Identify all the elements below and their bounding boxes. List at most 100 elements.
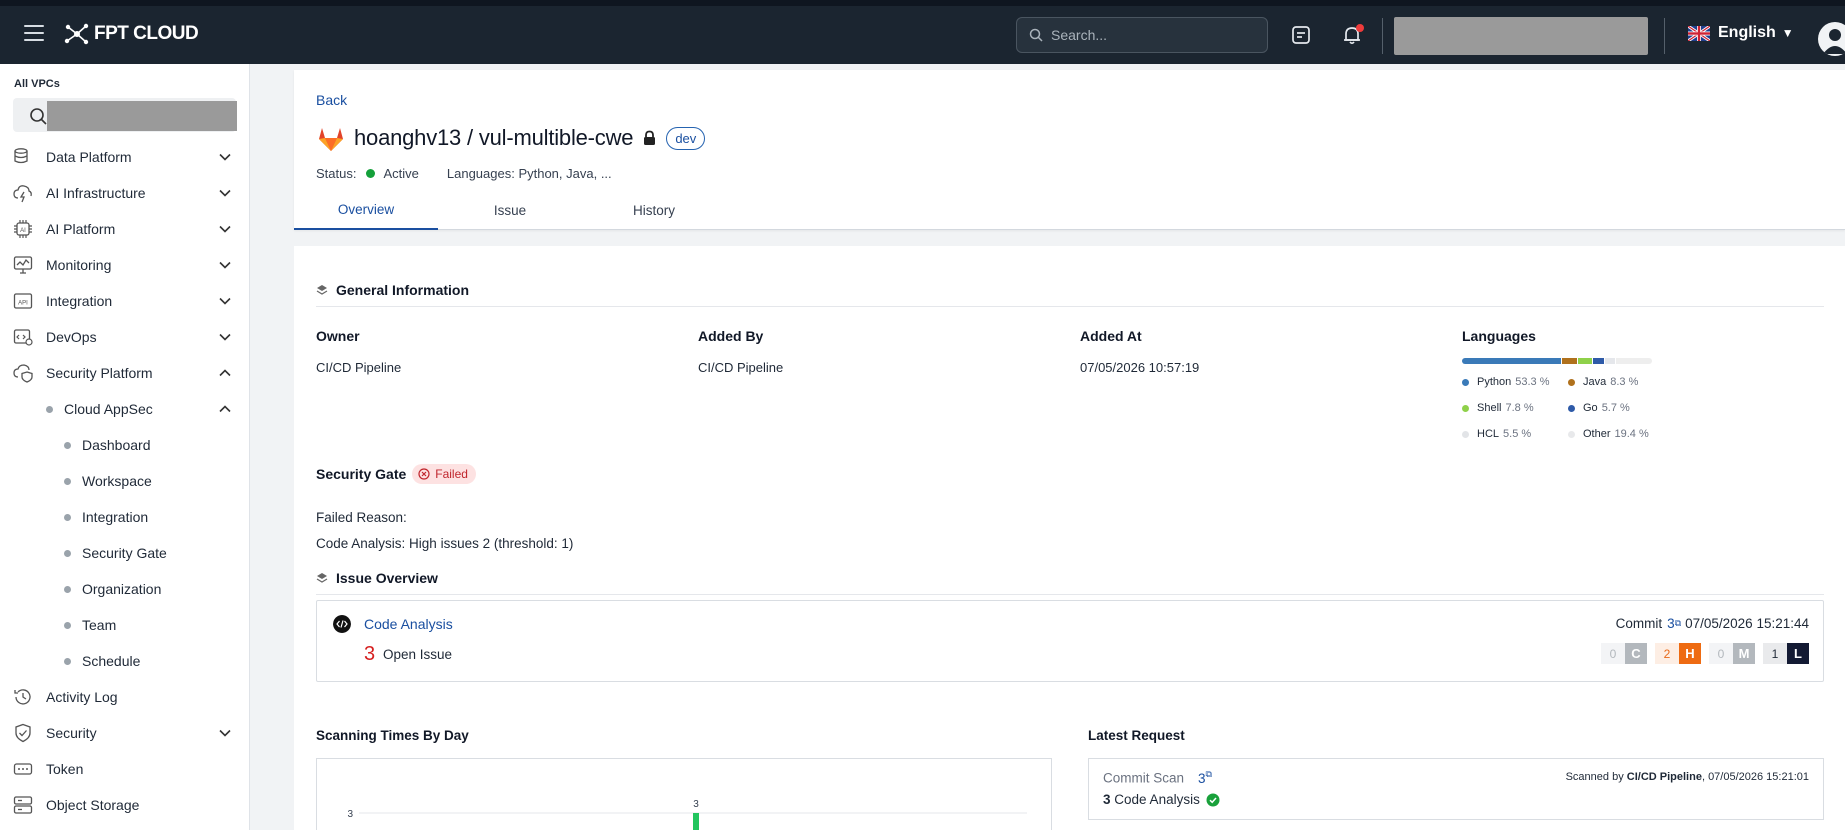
sidebar-item-label: Cloud AppSec <box>64 401 153 417</box>
sidebar-item-integration-sub[interactable]: Integration <box>0 502 249 532</box>
search-icon <box>1029 28 1043 42</box>
legend-percent: 19.4 % <box>1614 428 1649 440</box>
commit-link[interactable]: 3 <box>1198 771 1206 786</box>
header-divider <box>1664 18 1665 54</box>
bullet-dot <box>64 657 71 665</box>
section-title: General Information <box>336 282 470 298</box>
severity-count: 2 <box>1655 643 1679 664</box>
header-divider <box>1382 18 1383 54</box>
top-header: FPT CLOUD English ▼ <box>0 6 1845 64</box>
fpt-logo-icon <box>64 23 89 45</box>
tab-bar: Overview Issue History <box>294 190 726 230</box>
back-link[interactable]: Back <box>316 92 347 108</box>
severity-low[interactable]: 1 L <box>1763 643 1809 664</box>
svg-text:AI: AI <box>20 228 26 234</box>
sidebar-item-security-platform[interactable]: Security Platform <box>0 358 249 388</box>
scanning-times-title: Scanning Times By Day <box>316 728 469 743</box>
open-issue-count: 3 <box>364 643 376 665</box>
tab-history[interactable]: History <box>582 190 726 230</box>
global-search[interactable] <box>1016 17 1268 53</box>
sidebar-item-security[interactable]: Security <box>0 718 249 748</box>
bullet-dot <box>64 513 71 521</box>
sidebar-item-workspace[interactable]: Workspace <box>0 466 249 496</box>
sidebar-item-team[interactable]: Team <box>0 610 249 640</box>
bar-chart: 33 <box>347 799 1027 830</box>
bullet-dot <box>64 477 71 485</box>
severity-high[interactable]: 2 H <box>1655 643 1701 664</box>
bar[interactable] <box>693 813 699 830</box>
sidebar-item-monitoring[interactable]: Monitoring <box>0 250 249 280</box>
sidebar-item-label: Workspace <box>82 473 152 489</box>
commit-link[interactable]: 3 <box>1667 616 1675 631</box>
account-selector-redacted[interactable] <box>1394 17 1648 55</box>
brand-logo[interactable]: FPT CLOUD <box>64 23 199 45</box>
scanned-by-name: CI/CD Pipeline <box>1626 771 1702 783</box>
user-avatar[interactable] <box>1818 22 1845 56</box>
shield-check-icon <box>15 723 31 743</box>
added-by-field: Added By CI/CD Pipeline <box>698 328 783 375</box>
chevron-down-icon <box>219 225 231 233</box>
languages-field: Languages <box>1462 328 1536 344</box>
sidebar-item-devops[interactable]: DevOps <box>0 322 249 352</box>
sidebar-item-token[interactable]: Token <box>0 754 249 784</box>
language-label: English <box>1718 24 1776 41</box>
storage-icon <box>13 796 33 814</box>
menu-icon[interactable] <box>24 25 44 41</box>
branch-badge[interactable]: dev <box>666 126 706 150</box>
failed-badge-label: Failed <box>435 467 468 481</box>
commit-info: Commit 3 ⧉ 07/05/2026 15:21:44 <box>1616 616 1809 631</box>
status-dot <box>366 169 376 178</box>
sidebar-item-ai-platform[interactable]: AI AI Platform <box>0 214 249 244</box>
commit-time: 07/05/2026 15:21:44 <box>1685 616 1809 631</box>
x-circle-icon <box>418 468 430 480</box>
sidebar-item-label: Monitoring <box>46 257 112 273</box>
caret-down-icon: ▼ <box>1781 26 1794 40</box>
sidebar-item-organization[interactable]: Organization <box>0 574 249 604</box>
latest-request-card[interactable]: Commit Scan 3⧉ Scanned by CI/CD Pipeline,… <box>1088 758 1824 820</box>
main-content: Back hoanghv13 / vul-multible-cwe dev St… <box>294 64 1845 830</box>
sidebar-item-cloud-appsec[interactable]: Cloud AppSec <box>0 394 249 424</box>
notification-dot <box>1356 24 1364 32</box>
sidebar-item-activity-log[interactable]: Activity Log <box>0 682 249 712</box>
code-analysis-link[interactable]: Code Analysis <box>364 616 453 632</box>
tab-issue[interactable]: Issue <box>438 190 582 230</box>
scanned-by: Scanned by CI/CD Pipeline, 07/05/2026 15… <box>1566 771 1809 783</box>
clipboard-icon[interactable] <box>1290 24 1314 48</box>
language-selector[interactable]: English ▼ <box>1688 24 1794 42</box>
sidebar-item-label: Integration <box>46 293 113 309</box>
layers-icon <box>316 285 328 295</box>
severity-critical[interactable]: 0 C <box>1601 643 1647 664</box>
chevron-down-icon <box>219 261 231 269</box>
code-analysis-summary: Code Analysis 3 Open Issue Commit 3 ⧉ 07… <box>316 600 1824 682</box>
notification-bell-icon[interactable] <box>1341 24 1365 48</box>
legend-percent: 5.5 % <box>1503 428 1532 440</box>
language-bar-segment <box>1616 358 1652 364</box>
sidebar-item-data-platform[interactable]: Data Platform <box>0 142 249 172</box>
legend-dot <box>1568 378 1575 386</box>
sidebar-item-label: Token <box>46 761 84 777</box>
scan-result: 3 Code Analysis <box>1103 792 1220 807</box>
issue-overview-heading: Issue Overview <box>316 570 438 586</box>
legend-dot <box>1462 378 1469 386</box>
bullet-dot <box>46 405 53 413</box>
chevron-up-icon <box>219 369 231 377</box>
sidebar-item-ai-infrastructure[interactable]: AI Infrastructure <box>0 178 249 208</box>
sidebar-item-object-storage[interactable]: Object Storage <box>0 790 249 820</box>
sidebar-item-integration[interactable]: API Integration <box>0 286 249 316</box>
owner-label: Owner <box>316 328 360 344</box>
search-input[interactable] <box>1051 27 1251 43</box>
scanned-by-prefix: Scanned by <box>1565 771 1624 783</box>
severity-medium[interactable]: 0 M <box>1709 643 1755 664</box>
sidebar-item-label: Security <box>46 725 97 741</box>
sidebar-item-security-gate[interactable]: Security Gate <box>0 538 249 568</box>
vpc-label: All VPCs <box>14 78 60 90</box>
sidebar-item-schedule[interactable]: Schedule <box>0 646 249 676</box>
sidebar-item-dashboard[interactable]: Dashboard <box>0 430 249 460</box>
tab-overview[interactable]: Overview <box>294 190 438 230</box>
vpc-search[interactable] <box>13 98 237 132</box>
bullet-dot <box>64 549 71 557</box>
sidebar-item-label: AI Platform <box>46 221 116 237</box>
divider <box>316 306 1824 307</box>
status-value: Active <box>383 166 419 181</box>
severity-counts: 0 C 2 H 0 M 1 L <box>1593 643 1809 664</box>
